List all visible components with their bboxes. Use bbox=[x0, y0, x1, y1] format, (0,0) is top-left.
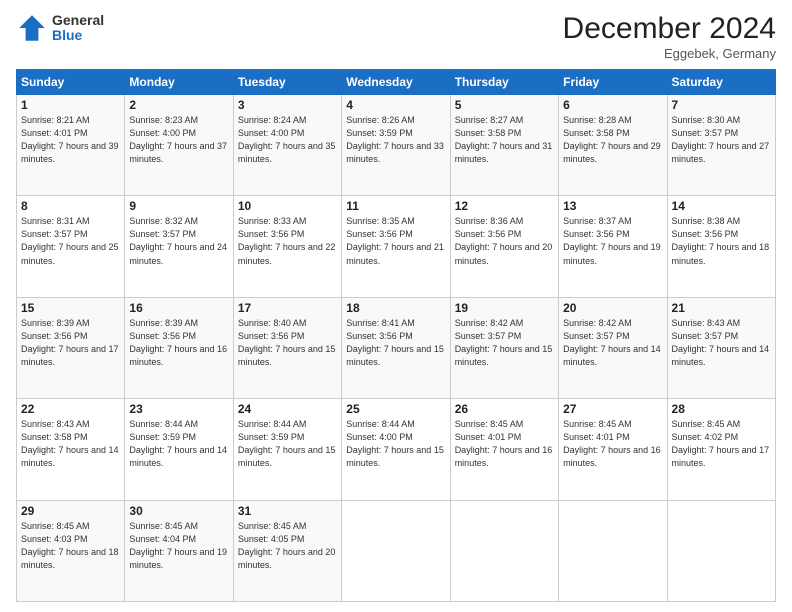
table-row: 28Sunrise: 8:45 AMSunset: 4:02 PMDayligh… bbox=[667, 399, 775, 500]
table-row: 24Sunrise: 8:44 AMSunset: 3:59 PMDayligh… bbox=[233, 399, 341, 500]
table-row: 31Sunrise: 8:45 AMSunset: 4:05 PMDayligh… bbox=[233, 500, 341, 601]
logo-icon bbox=[16, 12, 48, 44]
table-row bbox=[559, 500, 667, 601]
table-row: 25Sunrise: 8:44 AMSunset: 4:00 PMDayligh… bbox=[342, 399, 450, 500]
table-row: 26Sunrise: 8:45 AMSunset: 4:01 PMDayligh… bbox=[450, 399, 558, 500]
table-row: 22Sunrise: 8:43 AMSunset: 3:58 PMDayligh… bbox=[17, 399, 125, 500]
table-row: 7Sunrise: 8:30 AMSunset: 3:57 PMDaylight… bbox=[667, 95, 775, 196]
header: General Blue December 2024 Eggebek, Germ… bbox=[16, 12, 776, 61]
table-row: 6Sunrise: 8:28 AMSunset: 3:58 PMDaylight… bbox=[559, 95, 667, 196]
col-thursday: Thursday bbox=[450, 70, 558, 95]
col-sunday: Sunday bbox=[17, 70, 125, 95]
table-row bbox=[342, 500, 450, 601]
table-row: 30Sunrise: 8:45 AMSunset: 4:04 PMDayligh… bbox=[125, 500, 233, 601]
month-title: December 2024 bbox=[563, 12, 776, 46]
table-row: 8Sunrise: 8:31 AMSunset: 3:57 PMDaylight… bbox=[17, 196, 125, 297]
table-row: 23Sunrise: 8:44 AMSunset: 3:59 PMDayligh… bbox=[125, 399, 233, 500]
table-row: 14Sunrise: 8:38 AMSunset: 3:56 PMDayligh… bbox=[667, 196, 775, 297]
table-row: 13Sunrise: 8:37 AMSunset: 3:56 PMDayligh… bbox=[559, 196, 667, 297]
table-row: 12Sunrise: 8:36 AMSunset: 3:56 PMDayligh… bbox=[450, 196, 558, 297]
table-row: 15Sunrise: 8:39 AMSunset: 3:56 PMDayligh… bbox=[17, 297, 125, 398]
calendar-week-4: 22Sunrise: 8:43 AMSunset: 3:58 PMDayligh… bbox=[17, 399, 776, 500]
table-row: 20Sunrise: 8:42 AMSunset: 3:57 PMDayligh… bbox=[559, 297, 667, 398]
table-row bbox=[450, 500, 558, 601]
calendar-table: Sunday Monday Tuesday Wednesday Thursday… bbox=[16, 69, 776, 602]
title-block: December 2024 Eggebek, Germany bbox=[563, 12, 776, 61]
table-row: 10Sunrise: 8:33 AMSunset: 3:56 PMDayligh… bbox=[233, 196, 341, 297]
table-row bbox=[667, 500, 775, 601]
table-row: 17Sunrise: 8:40 AMSunset: 3:56 PMDayligh… bbox=[233, 297, 341, 398]
calendar-week-2: 8Sunrise: 8:31 AMSunset: 3:57 PMDaylight… bbox=[17, 196, 776, 297]
table-row: 4Sunrise: 8:26 AMSunset: 3:59 PMDaylight… bbox=[342, 95, 450, 196]
calendar-header-row: Sunday Monday Tuesday Wednesday Thursday… bbox=[17, 70, 776, 95]
table-row: 11Sunrise: 8:35 AMSunset: 3:56 PMDayligh… bbox=[342, 196, 450, 297]
col-friday: Friday bbox=[559, 70, 667, 95]
table-row: 3Sunrise: 8:24 AMSunset: 4:00 PMDaylight… bbox=[233, 95, 341, 196]
table-row: 18Sunrise: 8:41 AMSunset: 3:56 PMDayligh… bbox=[342, 297, 450, 398]
calendar-week-5: 29Sunrise: 8:45 AMSunset: 4:03 PMDayligh… bbox=[17, 500, 776, 601]
calendar-week-1: 1Sunrise: 8:21 AMSunset: 4:01 PMDaylight… bbox=[17, 95, 776, 196]
location: Eggebek, Germany bbox=[563, 46, 776, 61]
table-row: 9Sunrise: 8:32 AMSunset: 3:57 PMDaylight… bbox=[125, 196, 233, 297]
logo-text: General Blue bbox=[52, 13, 104, 44]
col-monday: Monday bbox=[125, 70, 233, 95]
col-saturday: Saturday bbox=[667, 70, 775, 95]
table-row: 1Sunrise: 8:21 AMSunset: 4:01 PMDaylight… bbox=[17, 95, 125, 196]
table-row: 16Sunrise: 8:39 AMSunset: 3:56 PMDayligh… bbox=[125, 297, 233, 398]
table-row: 2Sunrise: 8:23 AMSunset: 4:00 PMDaylight… bbox=[125, 95, 233, 196]
col-tuesday: Tuesday bbox=[233, 70, 341, 95]
logo: General Blue bbox=[16, 12, 104, 44]
table-row: 19Sunrise: 8:42 AMSunset: 3:57 PMDayligh… bbox=[450, 297, 558, 398]
logo-general: General bbox=[52, 13, 104, 28]
logo-blue: Blue bbox=[52, 28, 104, 43]
page: General Blue December 2024 Eggebek, Germ… bbox=[0, 0, 792, 612]
table-row: 21Sunrise: 8:43 AMSunset: 3:57 PMDayligh… bbox=[667, 297, 775, 398]
calendar-week-3: 15Sunrise: 8:39 AMSunset: 3:56 PMDayligh… bbox=[17, 297, 776, 398]
table-row: 27Sunrise: 8:45 AMSunset: 4:01 PMDayligh… bbox=[559, 399, 667, 500]
table-row: 29Sunrise: 8:45 AMSunset: 4:03 PMDayligh… bbox=[17, 500, 125, 601]
table-row: 5Sunrise: 8:27 AMSunset: 3:58 PMDaylight… bbox=[450, 95, 558, 196]
col-wednesday: Wednesday bbox=[342, 70, 450, 95]
